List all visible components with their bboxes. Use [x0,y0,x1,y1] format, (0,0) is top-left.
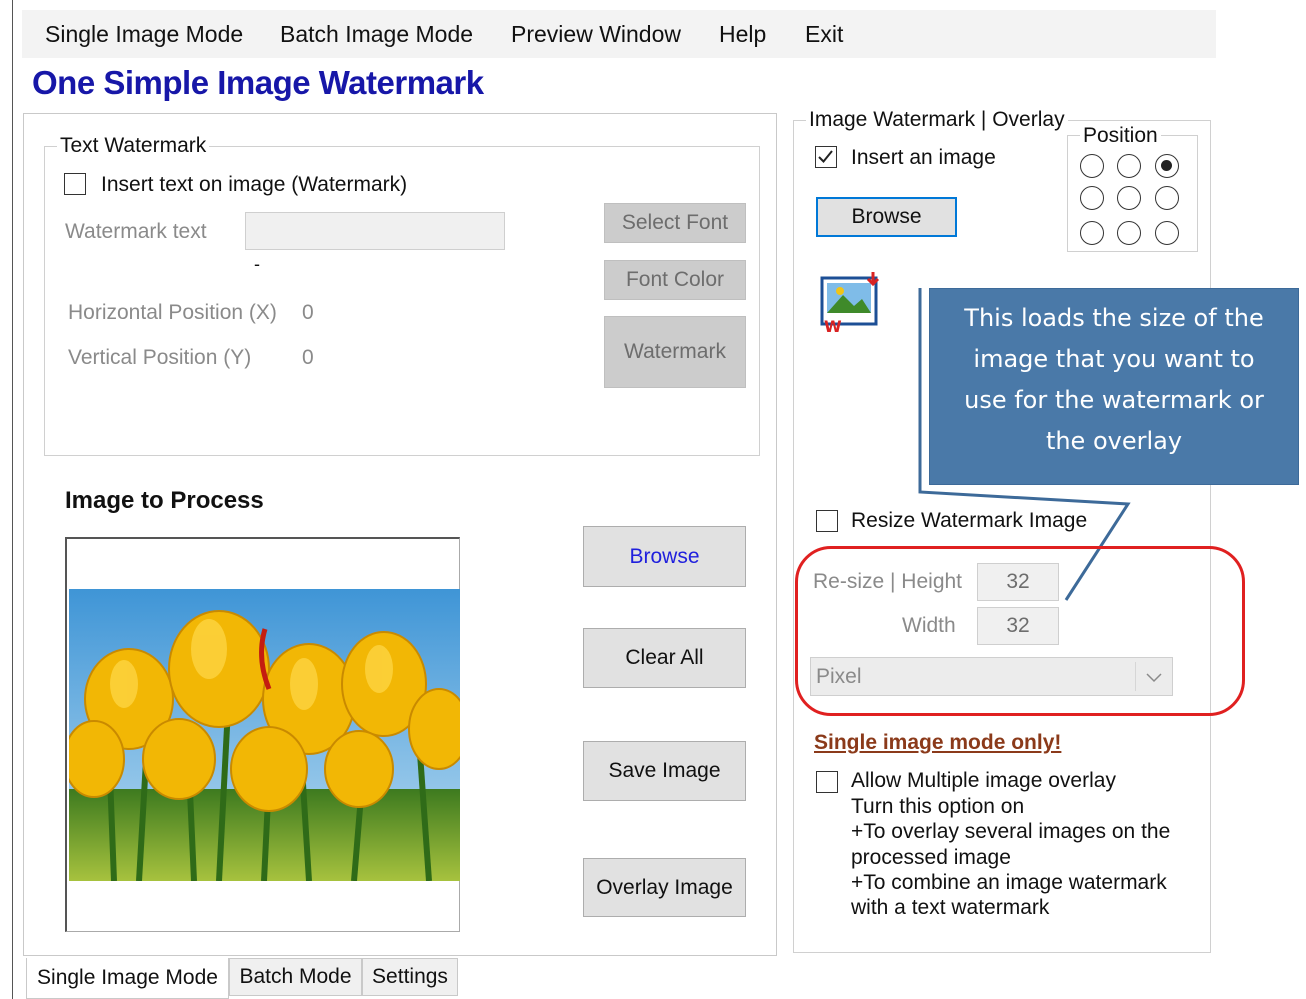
insert-image-label: Insert an image [851,146,996,169]
dash-label: - [254,254,260,274]
window-left-edge [12,0,13,999]
save-image-button[interactable]: Save Image [583,741,746,801]
menu-bar: Single Image Mode Batch Image Mode Previ… [22,10,1216,58]
menu-batch-image-mode[interactable]: Batch Image Mode [280,21,473,48]
highlight-ellipse [795,546,1245,716]
image-watermark-legend: Image Watermark | Overlay [806,108,1068,132]
position-bottom-left-radio[interactable] [1080,221,1104,245]
menu-exit[interactable]: Exit [805,21,843,48]
overlay-image-button[interactable]: Overlay Image [583,858,746,917]
allow-multiple-overlay-checkbox[interactable] [816,771,838,793]
position-top-center-radio[interactable] [1117,154,1141,178]
select-font-button[interactable]: Select Font [604,203,746,243]
multi-desc-line-4: +To combine an image watermark [851,871,1167,894]
clear-all-button[interactable]: Clear All [583,628,746,688]
watermark-button[interactable]: Watermark [604,316,746,388]
font-color-button[interactable]: Font Color [604,260,746,300]
horizontal-position-label: Horizontal Position (X) [68,301,277,324]
text-watermark-legend: Text Watermark [57,134,210,158]
multi-desc-line-2: +To overlay several images on the [851,820,1171,843]
position-top-left-radio[interactable] [1080,154,1104,178]
position-middle-center-radio[interactable] [1117,186,1141,210]
vertical-position-label: Vertical Position (Y) [68,346,252,369]
position-bottom-right-radio[interactable] [1155,221,1179,245]
tab-batch-mode[interactable]: Batch Mode [229,958,362,996]
resize-watermark-checkbox[interactable] [816,510,838,532]
position-top-right-radio[interactable] [1155,154,1179,178]
watermark-image-icon: W [820,272,880,334]
watermark-text-input[interactable] [245,212,505,250]
tab-single-image-mode[interactable]: Single Image Mode [26,958,229,999]
callout-box: This loads the size of the image that yo… [929,288,1299,485]
insert-text-label: Insert text on image (Watermark) [101,173,408,196]
menu-help[interactable]: Help [719,21,766,48]
app-title: One Simple Image Watermark [32,64,484,101]
tulips-image [69,589,460,881]
browse-watermark-button[interactable]: Browse [816,197,957,237]
insert-text-checkbox[interactable] [64,173,86,195]
resize-watermark-label: Resize Watermark Image [851,509,1088,532]
image-to-process-title: Image to Process [65,487,264,514]
menu-single-image-mode[interactable]: Single Image Mode [45,21,243,48]
position-bottom-center-radio[interactable] [1117,221,1141,245]
multi-desc-line-3: processed image [851,846,1011,869]
position-middle-left-radio[interactable] [1080,186,1104,210]
insert-image-checkbox[interactable] [815,146,837,168]
browse-image-button[interactable]: Browse [583,526,746,587]
allow-multiple-overlay-label: Allow Multiple image overlay [851,769,1116,792]
watermark-text-label: Watermark text [65,220,207,243]
checkmark-icon [818,150,833,163]
horizontal-position-value: 0 [302,301,314,324]
single-image-mode-only-link[interactable]: Single image mode only! [814,731,1061,755]
callout-text: This loads the size of the image that yo… [964,304,1264,455]
multi-desc-line-5: with a text watermark [851,896,1050,919]
menu-preview-window[interactable]: Preview Window [511,21,681,48]
image-preview [65,537,460,932]
vertical-position-value: 0 [302,346,314,369]
multi-desc-line-1: Turn this option on [851,795,1025,818]
position-legend: Position [1080,124,1161,148]
tab-settings[interactable]: Settings [362,958,458,996]
position-middle-right-radio[interactable] [1155,186,1179,210]
svg-text:W: W [824,317,842,334]
